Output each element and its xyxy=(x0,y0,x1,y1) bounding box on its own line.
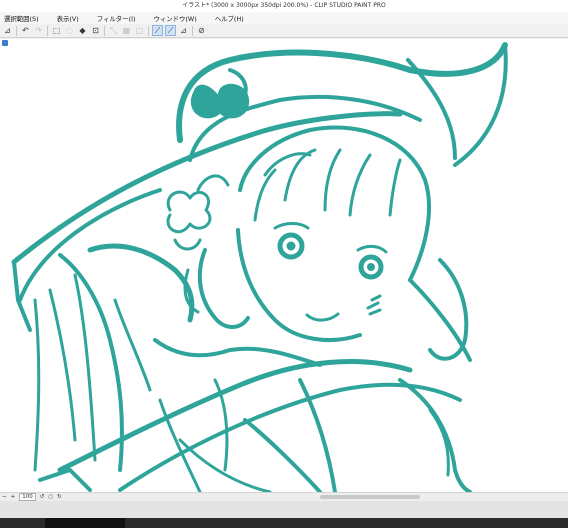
rotate-left-icon[interactable]: ↺ xyxy=(40,494,45,500)
invert-selection-icon[interactable]: ◌ xyxy=(64,25,75,36)
rotate-reset-icon[interactable]: ○ xyxy=(48,494,53,500)
menu-view[interactable]: 表示(V) xyxy=(53,14,83,23)
snap-grid-icon[interactable]: ▢ xyxy=(134,25,145,36)
toolbar-separator xyxy=(47,25,48,36)
zoom-in-icon[interactable]: + xyxy=(11,494,16,500)
window-title: イラスト* (3000 x 3000px 350dpi 200.0%) - CL… xyxy=(0,0,568,12)
zoom-out-icon[interactable]: − xyxy=(2,494,7,500)
bottom-panel xyxy=(0,501,568,518)
os-taskbar xyxy=(0,518,568,528)
zoom-field[interactable]: 100 xyxy=(19,493,36,501)
menu-filter[interactable]: フィルター(I) xyxy=(93,14,140,23)
status-bar: − + 100 ↺ ○ ↻ xyxy=(0,492,568,501)
toolbar-separator xyxy=(148,25,149,36)
snap-special-icon[interactable]: ⟋ xyxy=(152,25,163,36)
command-bar: ⊿ ↶ ↷ ⬚ ◌ ◆ ⊡ ⤡ ▦ ▢ ⟋ ⟋ ⊿ ⊘ xyxy=(0,24,568,38)
menu-bar: 選択範囲(S) 表示(V) フィルター(I) ウィンドウ(W) ヘルプ(H) xyxy=(0,12,568,24)
line-art-drawing xyxy=(11,42,508,492)
crop-icon[interactable]: ⊡ xyxy=(90,25,101,36)
undo-icon[interactable]: ↶ xyxy=(20,25,31,36)
taskbar-app-button[interactable] xyxy=(45,518,125,528)
horizontal-scrollbar[interactable] xyxy=(320,495,420,499)
toolbar-separator xyxy=(16,25,17,36)
rotate-right-icon[interactable]: ↻ xyxy=(57,494,62,500)
redo-icon[interactable]: ↷ xyxy=(33,25,44,36)
toolbar-separator xyxy=(104,25,105,36)
menu-selection[interactable]: 選択範囲(S) xyxy=(0,14,43,23)
clear-selection-icon[interactable]: ⬚ xyxy=(51,25,62,36)
fill-icon[interactable]: ◆ xyxy=(77,25,88,36)
snap-ruler-icon[interactable]: ▦ xyxy=(121,25,132,36)
menu-window[interactable]: ウィンドウ(W) xyxy=(149,14,200,23)
transform-icon[interactable]: ⤡ xyxy=(108,25,119,36)
panel-collapse-marker[interactable] xyxy=(2,40,8,46)
stabilization-icon[interactable]: ⟋ xyxy=(165,25,176,36)
layer-property-icon[interactable]: ⊿ xyxy=(2,25,13,36)
menu-help[interactable]: ヘルプ(H) xyxy=(211,14,248,23)
lasso-fill-icon[interactable]: ⊘ xyxy=(196,25,207,36)
toolbar-separator xyxy=(192,25,193,36)
drawing-canvas[interactable] xyxy=(0,39,568,492)
vector-icon[interactable]: ⊿ xyxy=(178,25,189,36)
